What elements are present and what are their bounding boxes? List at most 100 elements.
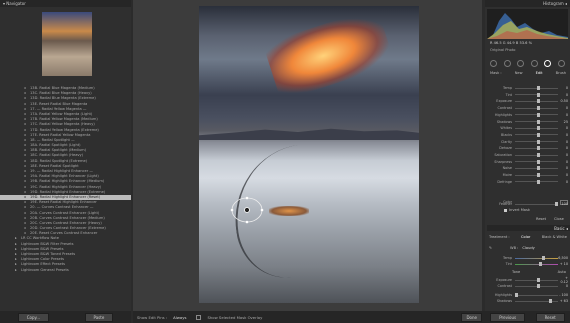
effect-slider-label: Sharpness xyxy=(494,159,512,164)
effect-slider-value: 0 xyxy=(565,166,568,171)
effect-slider-value: 0 xyxy=(565,92,568,97)
slider-track[interactable] xyxy=(515,146,558,151)
slider-track[interactable] xyxy=(515,119,558,124)
invert-mask-checkbox[interactable]: Invert Mask xyxy=(504,208,530,212)
done-button[interactable]: Done xyxy=(461,312,482,322)
wb-select[interactable]: Cloudy xyxy=(522,246,534,250)
basic-header[interactable]: Basic ◂ xyxy=(487,225,570,231)
navigator-header[interactable]: ▾ Navigator xyxy=(0,0,131,7)
effect-slider-label: Whites xyxy=(500,126,512,131)
effect-slider-label: Defringe xyxy=(497,179,512,184)
graduated-filter-icon[interactable] xyxy=(530,59,538,67)
effect-slider-value: 0 xyxy=(565,106,568,111)
copy-button[interactable]: Copy... xyxy=(17,312,50,322)
contrast-slider[interactable]: Contrast 0 xyxy=(490,283,568,289)
effect-slider[interactable]: Noise 0 xyxy=(490,165,568,171)
show-edit-pins-label: Show Edit Pins : xyxy=(137,314,168,320)
tone-row: Tone Auto xyxy=(512,270,566,274)
preset-list: ▫ 13B. Radial Blue Magenta (Medium) ▫ 13C. … xyxy=(0,86,131,310)
basic-title: Basic xyxy=(554,225,565,231)
effect-slider[interactable]: Tint 0 xyxy=(490,92,568,98)
histogram-title: Histogram xyxy=(542,1,564,6)
effect-slider-value: 0 xyxy=(565,126,568,131)
reset-button[interactable]: Reset xyxy=(535,312,565,322)
effect-slider-value: 25 xyxy=(563,119,568,124)
radial-filter-icon[interactable] xyxy=(544,59,552,67)
effect-slider-label: Dehaze xyxy=(499,146,512,151)
crop-icon[interactable] xyxy=(490,59,498,67)
slider-track[interactable] xyxy=(515,173,558,178)
auto-tone-button[interactable]: Auto xyxy=(558,270,566,274)
effect-slider[interactable]: Defringe 0 xyxy=(490,179,568,185)
show-mask-label: Show Selected Mask Overlay xyxy=(207,314,263,320)
slider-track[interactable] xyxy=(515,179,558,184)
feather-slider[interactable]: Feather 100 xyxy=(490,201,568,207)
close-mask-button[interactable]: Close xyxy=(554,217,564,221)
effect-slider-label: Contrast xyxy=(497,106,513,111)
mask-tab-brush[interactable]: Brush xyxy=(556,71,566,75)
previous-button[interactable]: Previous xyxy=(490,312,526,322)
red-eye-icon[interactable] xyxy=(517,59,525,67)
effect-slider-label: Tint xyxy=(505,92,512,97)
paste-button[interactable]: Paste xyxy=(84,312,114,322)
reset-mask-button[interactable]: Reset xyxy=(536,217,546,221)
effect-slider[interactable]: Exposure 0.50 xyxy=(490,98,568,104)
original-photo-label: Original Photo xyxy=(490,48,516,52)
slider-track[interactable] xyxy=(515,99,558,104)
effect-slider-label: Temp xyxy=(502,86,512,90)
mask-actions: Reset Close xyxy=(536,217,564,221)
effect-slider[interactable]: Whites 0 xyxy=(490,125,568,131)
mask-tab-new[interactable]: New xyxy=(515,71,523,75)
navigator-title: Navigator xyxy=(6,1,26,6)
effect-slider[interactable]: Moire 0 xyxy=(490,172,568,178)
effect-slider[interactable]: Blacks 0 xyxy=(490,132,568,138)
tool-strip xyxy=(487,59,568,67)
eyedropper-icon[interactable]: ✎ xyxy=(489,246,492,250)
effect-slider-label: Saturation xyxy=(494,153,512,157)
slider-track[interactable] xyxy=(515,126,558,131)
right-footer: Previous Reset xyxy=(485,311,570,323)
adjustment-brush-icon[interactable] xyxy=(557,59,565,67)
preset-label: Lightroom General Presets xyxy=(21,267,69,272)
slider-track[interactable] xyxy=(515,159,558,164)
effect-slider[interactable]: Dehaze 0 xyxy=(490,145,568,151)
slider-track[interactable] xyxy=(515,166,558,171)
shadows-slider[interactable]: Shadows + 63 xyxy=(490,298,568,304)
mountain-ridge xyxy=(199,128,419,140)
slider-track[interactable] xyxy=(515,92,558,97)
effect-slider[interactable]: Sharpness 0 xyxy=(490,159,568,165)
radial-filter-overlay[interactable] xyxy=(229,192,265,228)
slider-track[interactable] xyxy=(515,112,558,117)
slider-track[interactable] xyxy=(515,139,558,144)
slider-track[interactable] xyxy=(515,86,558,90)
preset-folder[interactable]: ▸ Lightroom General Presets xyxy=(0,268,131,273)
landscape-photo[interactable] xyxy=(199,6,419,303)
treatment-color[interactable]: Color xyxy=(521,235,530,239)
effect-slider[interactable]: Clarity 0 xyxy=(490,139,568,145)
effect-slider[interactable]: Highlights 0 xyxy=(490,112,568,118)
mask-overlay-checkbox[interactable] xyxy=(196,314,202,320)
effect-slider-value: 0 xyxy=(565,179,568,184)
slider-track[interactable] xyxy=(515,153,558,157)
effect-slider-value: 0 xyxy=(565,159,568,164)
slider-track[interactable] xyxy=(515,132,558,137)
toolbar: Show Edit Pins : Always Show Selected Ma… xyxy=(133,311,486,323)
effect-slider[interactable]: Contrast 0 xyxy=(490,105,568,111)
navigator-thumbnail[interactable] xyxy=(42,12,92,76)
effect-slider-value: 0.50 xyxy=(560,99,568,104)
histogram[interactable] xyxy=(487,9,568,39)
spot-removal-icon[interactable] xyxy=(503,59,511,67)
effect-slider-value: 0 xyxy=(565,86,568,90)
effect-slider[interactable]: Temp 0 xyxy=(490,85,568,91)
show-edit-pins-select[interactable]: Always xyxy=(173,315,186,320)
slider-track[interactable] xyxy=(515,106,558,111)
tint-slider[interactable]: Tint + 10 xyxy=(490,261,568,267)
effect-slider[interactable]: Saturation 0 xyxy=(490,152,568,158)
image-canvas[interactable] xyxy=(133,0,482,311)
treatment-bw[interactable]: Black & White xyxy=(542,235,567,239)
mask-tab-edit[interactable]: Edit xyxy=(536,71,543,75)
left-footer: Copy... Paste xyxy=(0,311,131,323)
reflection-pool xyxy=(269,206,309,216)
histogram-header[interactable]: Histogram ◂ xyxy=(485,0,570,7)
effect-slider[interactable]: Shadows 25 xyxy=(490,119,568,125)
